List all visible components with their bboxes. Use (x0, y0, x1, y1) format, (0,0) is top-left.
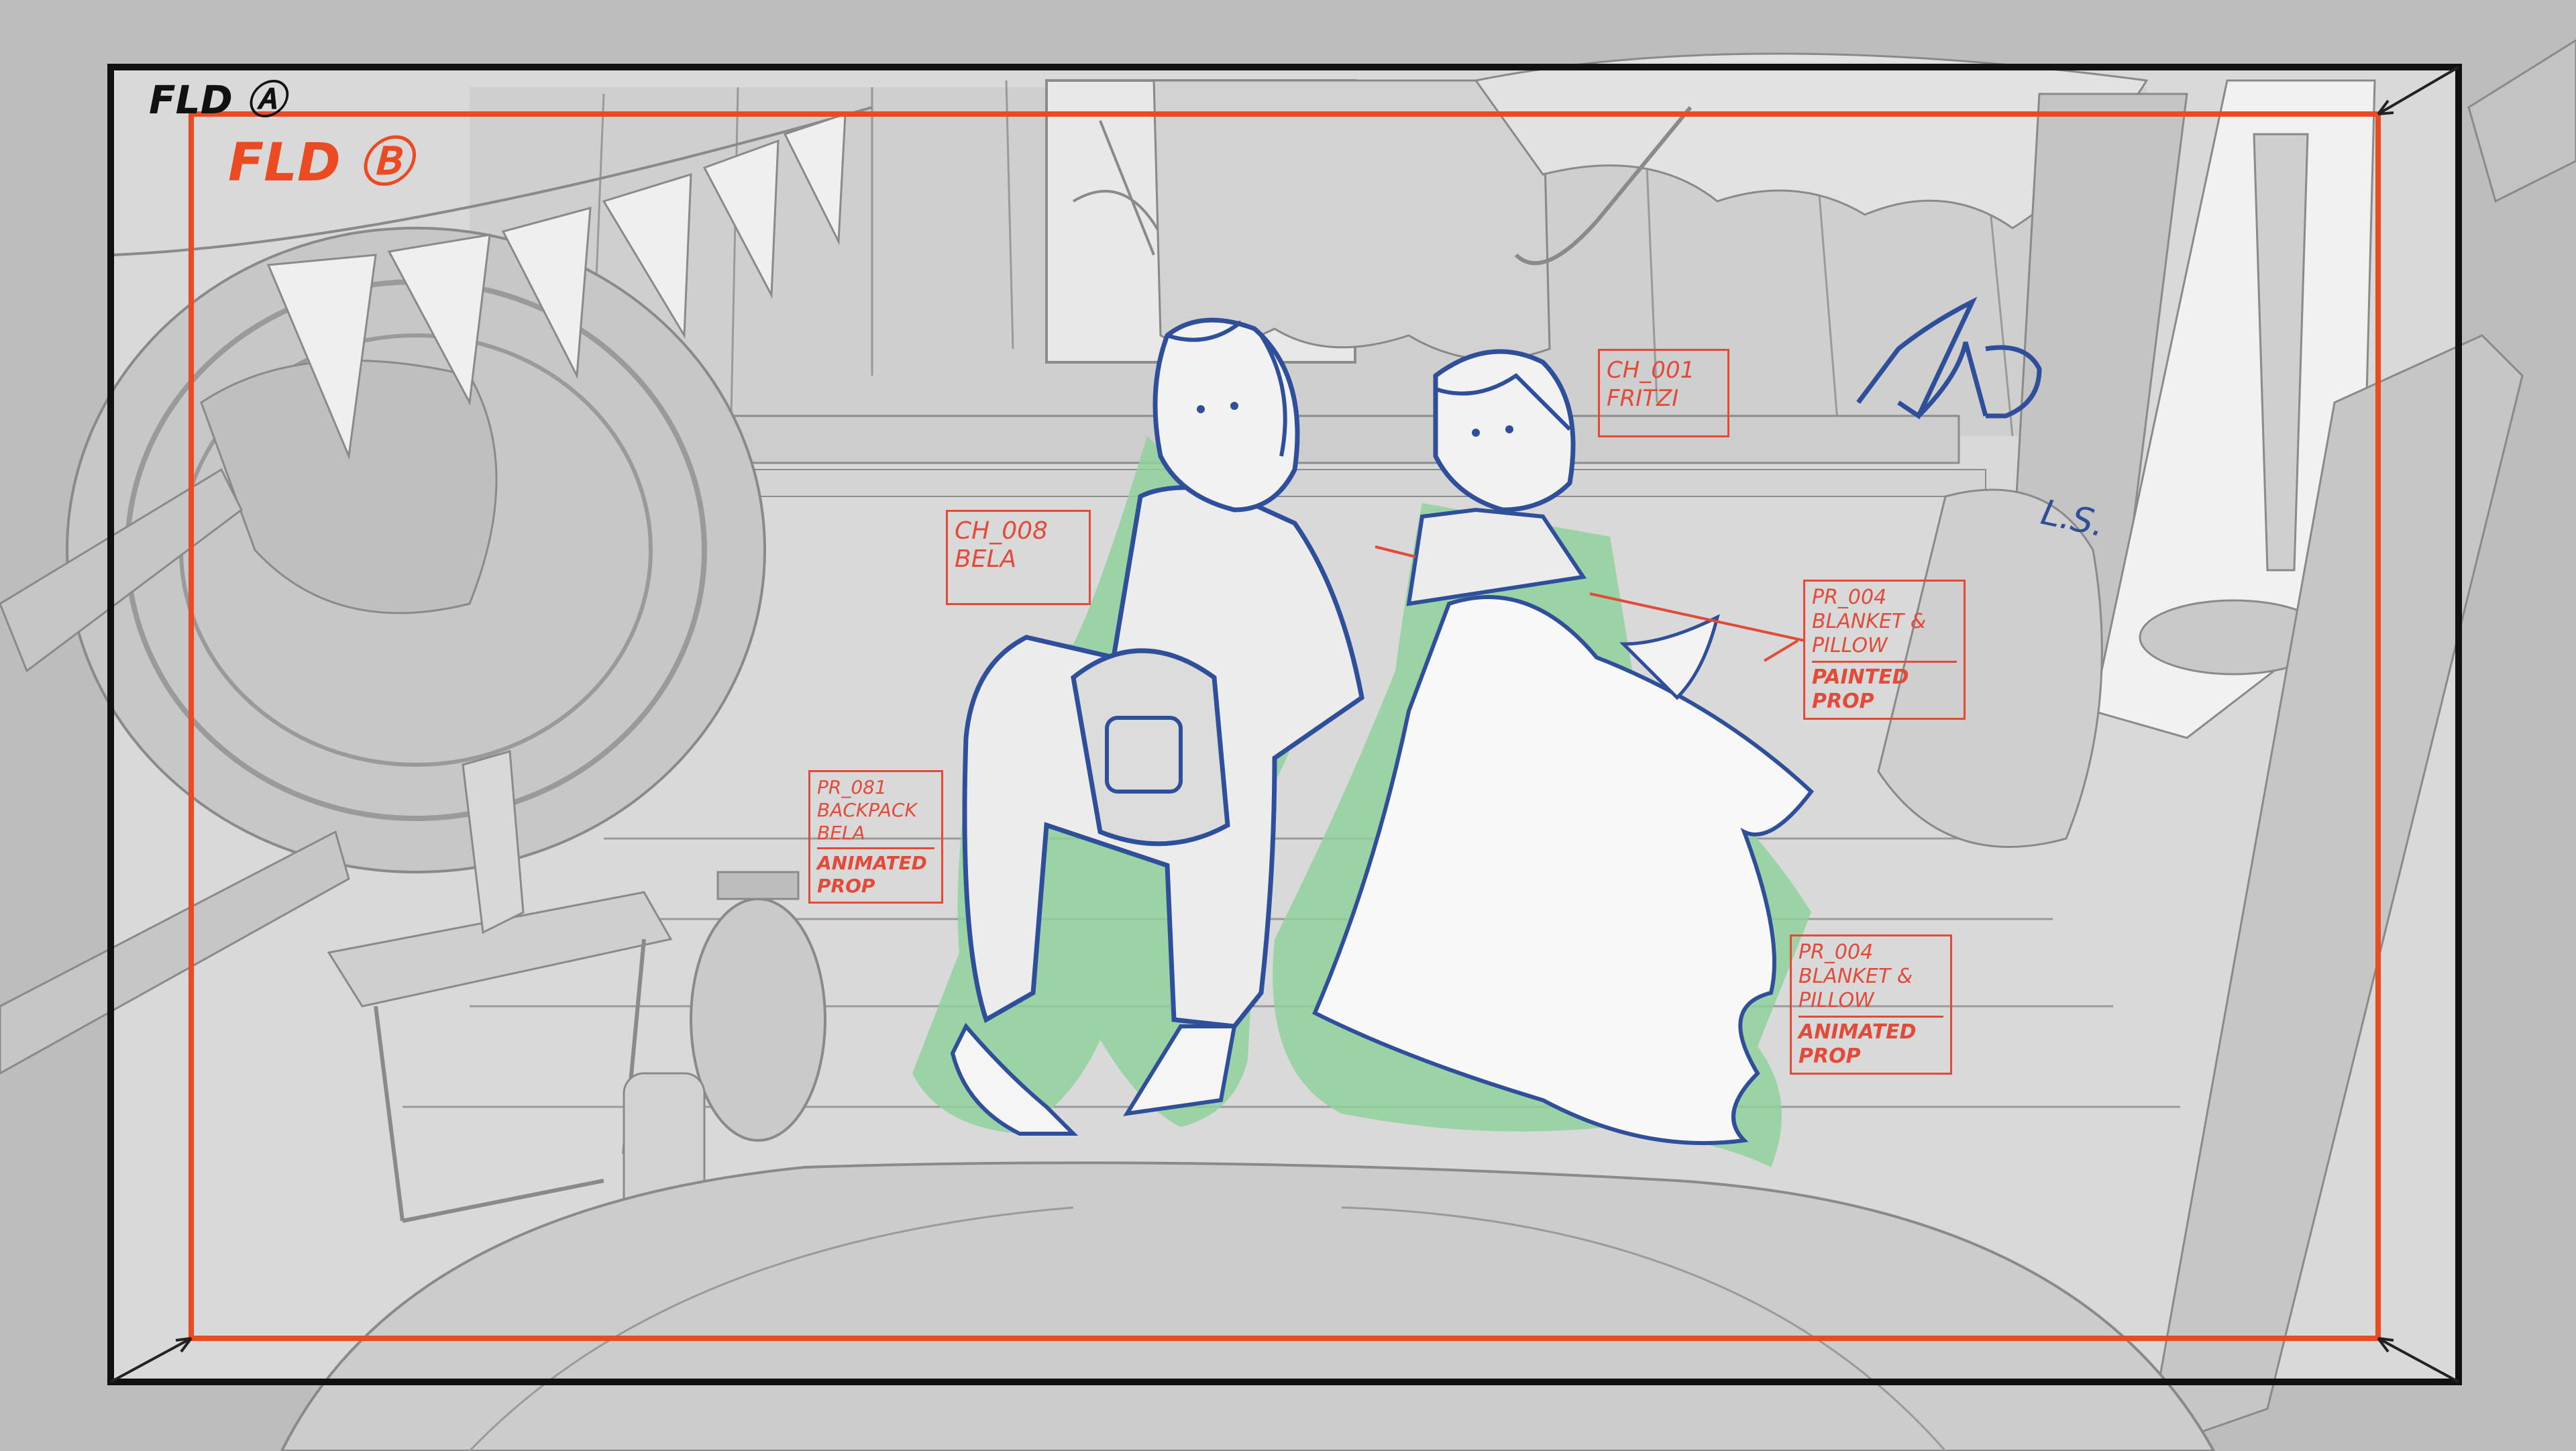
annotation-box-pr081: PR_081 BACKPACK BELA ANIMATED PROP (808, 770, 943, 904)
annotation-line: BELA (955, 545, 1017, 573)
annotation-tag: PROP (817, 875, 875, 897)
field-b-label: FLD Ⓑ (228, 133, 411, 193)
annotation-tag: ANIMATED (817, 852, 927, 874)
annotation-box-ch008: CH_008 BELA (946, 510, 1091, 605)
annotation-tag: PROP (1812, 690, 1874, 713)
annotation-line: BELA (817, 822, 865, 844)
annotation-box-pr004-painted: PR_004 BLANKET & PILLOW PAINTED PROP (1803, 580, 1966, 720)
field-a-label: FLD Ⓐ (149, 77, 285, 123)
annotation-tag: PROP (1799, 1044, 1861, 1068)
annotation-line: PR_081 (817, 776, 887, 798)
annotation-tag: ANIMATED (1799, 1020, 1917, 1044)
annotation-line: PILLOW (1812, 634, 1888, 657)
annotation-line: PILLOW (1799, 989, 1874, 1012)
annotation-line: BLANKET & (1812, 610, 1927, 633)
annotation-line: FRITZI (1607, 385, 1679, 412)
annotation-tag: PAINTED (1812, 665, 1909, 689)
annotation-line: BACKPACK (817, 799, 917, 821)
annotation-line: BLANKET & (1799, 965, 1913, 988)
annotation-box-ch001: CH_001 FRITZI (1598, 349, 1729, 437)
annotation-line: PR_004 (1799, 941, 1874, 964)
annotation-line: CH_008 (955, 517, 1048, 545)
annotation-line: CH_001 (1607, 357, 1695, 384)
annotation-line: PR_004 (1812, 586, 1887, 609)
annotation-box-pr004-animated: PR_004 BLANKET & PILLOW ANIMATED PROP (1790, 934, 1952, 1075)
layout-drawing: L.S. (0, 0, 2576, 1451)
